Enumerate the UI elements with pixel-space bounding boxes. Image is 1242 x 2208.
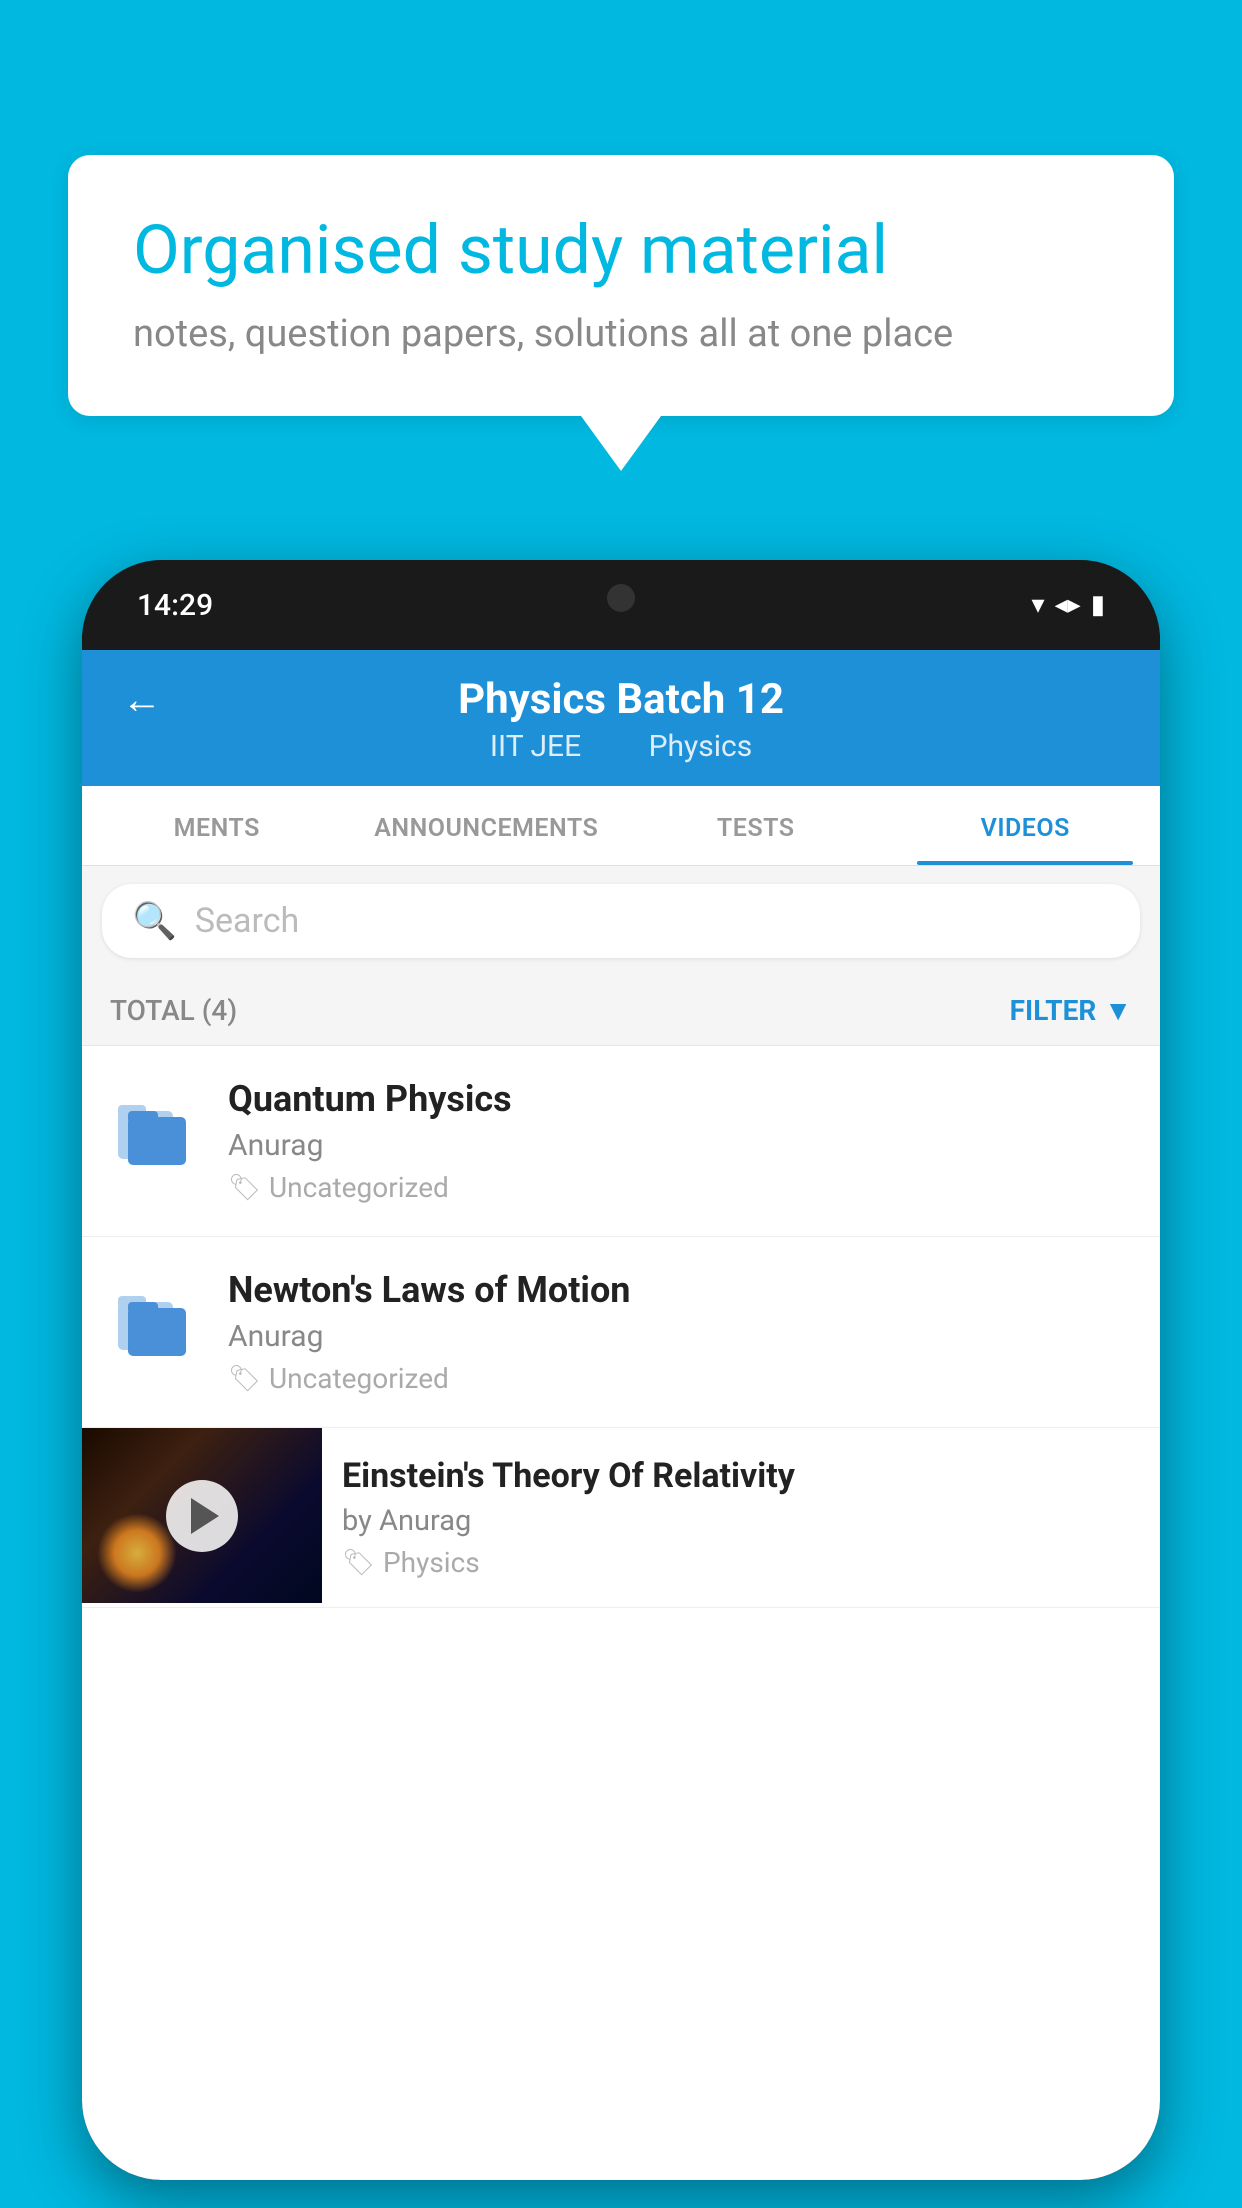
search-bar-container: 🔍 Search [82, 866, 1160, 976]
app-header-top: ← Physics Batch 12 [122, 675, 1120, 724]
phone-notch [521, 560, 721, 635]
tab-tests[interactable]: TESTS [621, 786, 891, 865]
tag-icon-3: 🏷 [342, 1548, 375, 1578]
speech-bubble: Organised study material notes, question… [68, 155, 1174, 416]
total-count: TOTAL (4) [110, 994, 237, 1027]
status-time: 14:29 [137, 588, 213, 623]
tab-videos[interactable]: VIDEOS [891, 786, 1161, 865]
video-item-einstein[interactable]: Einstein's Theory Of Relativity by Anura… [82, 1428, 1160, 1608]
video-item-newton[interactable]: Newton's Laws of Motion Anurag 🏷 Uncateg… [82, 1237, 1160, 1428]
video-title-quantum: Quantum Physics [228, 1078, 1132, 1120]
play-button[interactable] [166, 1480, 238, 1552]
video-info-newton: Newton's Laws of Motion Anurag 🏷 Uncateg… [228, 1269, 1132, 1395]
tag-icon-2: 🏷 [228, 1364, 261, 1394]
video-list: Quantum Physics Anurag 🏷 Uncategorized [82, 1046, 1160, 1608]
video-item-quantum[interactable]: Quantum Physics Anurag 🏷 Uncategorized [82, 1046, 1160, 1237]
tab-announcements[interactable]: ANNOUNCEMENTS [352, 786, 622, 865]
header-title: Physics Batch 12 [458, 675, 784, 724]
wifi-icon: ▾ [1032, 590, 1045, 620]
header-subtitle-physics: Physics [649, 729, 753, 764]
tabs-bar: MENTS ANNOUNCEMENTS TESTS VIDEOS [82, 786, 1160, 866]
play-triangle-icon [191, 1498, 219, 1534]
video-author-quantum: Anurag [228, 1128, 1132, 1163]
signal-icon: ◂▸ [1055, 590, 1081, 620]
filter-button[interactable]: FILTER ▼ [1010, 994, 1132, 1027]
speech-bubble-arrow [581, 416, 661, 471]
battery-icon: ▮ [1091, 590, 1105, 620]
video-author-einstein: by Anurag [342, 1504, 1140, 1538]
speech-bubble-container: Organised study material notes, question… [68, 155, 1174, 471]
speech-bubble-subtitle: notes, question papers, solutions all at… [133, 312, 1109, 356]
video-info-einstein: Einstein's Theory Of Relativity by Anura… [322, 1428, 1160, 1607]
search-placeholder: Search [195, 901, 299, 941]
video-author-newton: Anurag [228, 1319, 1132, 1354]
tag-icon: 🏷 [228, 1173, 261, 1203]
status-icons: ▾ ◂▸ ▮ [1032, 590, 1105, 620]
video-tag-quantum: 🏷 Uncategorized [228, 1171, 1132, 1204]
video-thumbnail-einstein [82, 1428, 322, 1603]
phone-screen: ← Physics Batch 12 IIT JEE Physics MENTS… [82, 650, 1160, 2180]
search-icon: 🔍 [132, 900, 177, 942]
back-button[interactable]: ← [122, 676, 162, 723]
video-title-einstein: Einstein's Theory Of Relativity [342, 1456, 1140, 1496]
video-tag-einstein: 🏷 Physics [342, 1546, 1140, 1579]
video-info-quantum: Quantum Physics Anurag 🏷 Uncategorized [228, 1078, 1132, 1204]
video-tag-newton: 🏷 Uncategorized [228, 1362, 1132, 1395]
status-bar: 14:29 ▾ ◂▸ ▮ [82, 560, 1160, 650]
phone-camera [607, 584, 635, 612]
video-title-newton: Newton's Laws of Motion [228, 1269, 1132, 1311]
search-bar[interactable]: 🔍 Search [102, 884, 1140, 958]
filter-funnel-icon: ▼ [1104, 994, 1132, 1027]
video-folder-icon-2 [110, 1274, 200, 1364]
speech-bubble-title: Organised study material [133, 210, 1109, 292]
tab-ments[interactable]: MENTS [82, 786, 352, 865]
header-subtitle: IIT JEE Physics [475, 729, 767, 764]
phone-frame: 14:29 ▾ ◂▸ ▮ ← Physics Batch 12 IIT JEE … [82, 560, 1160, 2180]
filter-bar: TOTAL (4) FILTER ▼ [82, 976, 1160, 1046]
header-subtitle-iitjee: IIT JEE [490, 729, 581, 764]
space-glow [97, 1513, 177, 1593]
video-folder-icon-1 [110, 1083, 200, 1173]
app-header: ← Physics Batch 12 IIT JEE Physics [82, 650, 1160, 786]
